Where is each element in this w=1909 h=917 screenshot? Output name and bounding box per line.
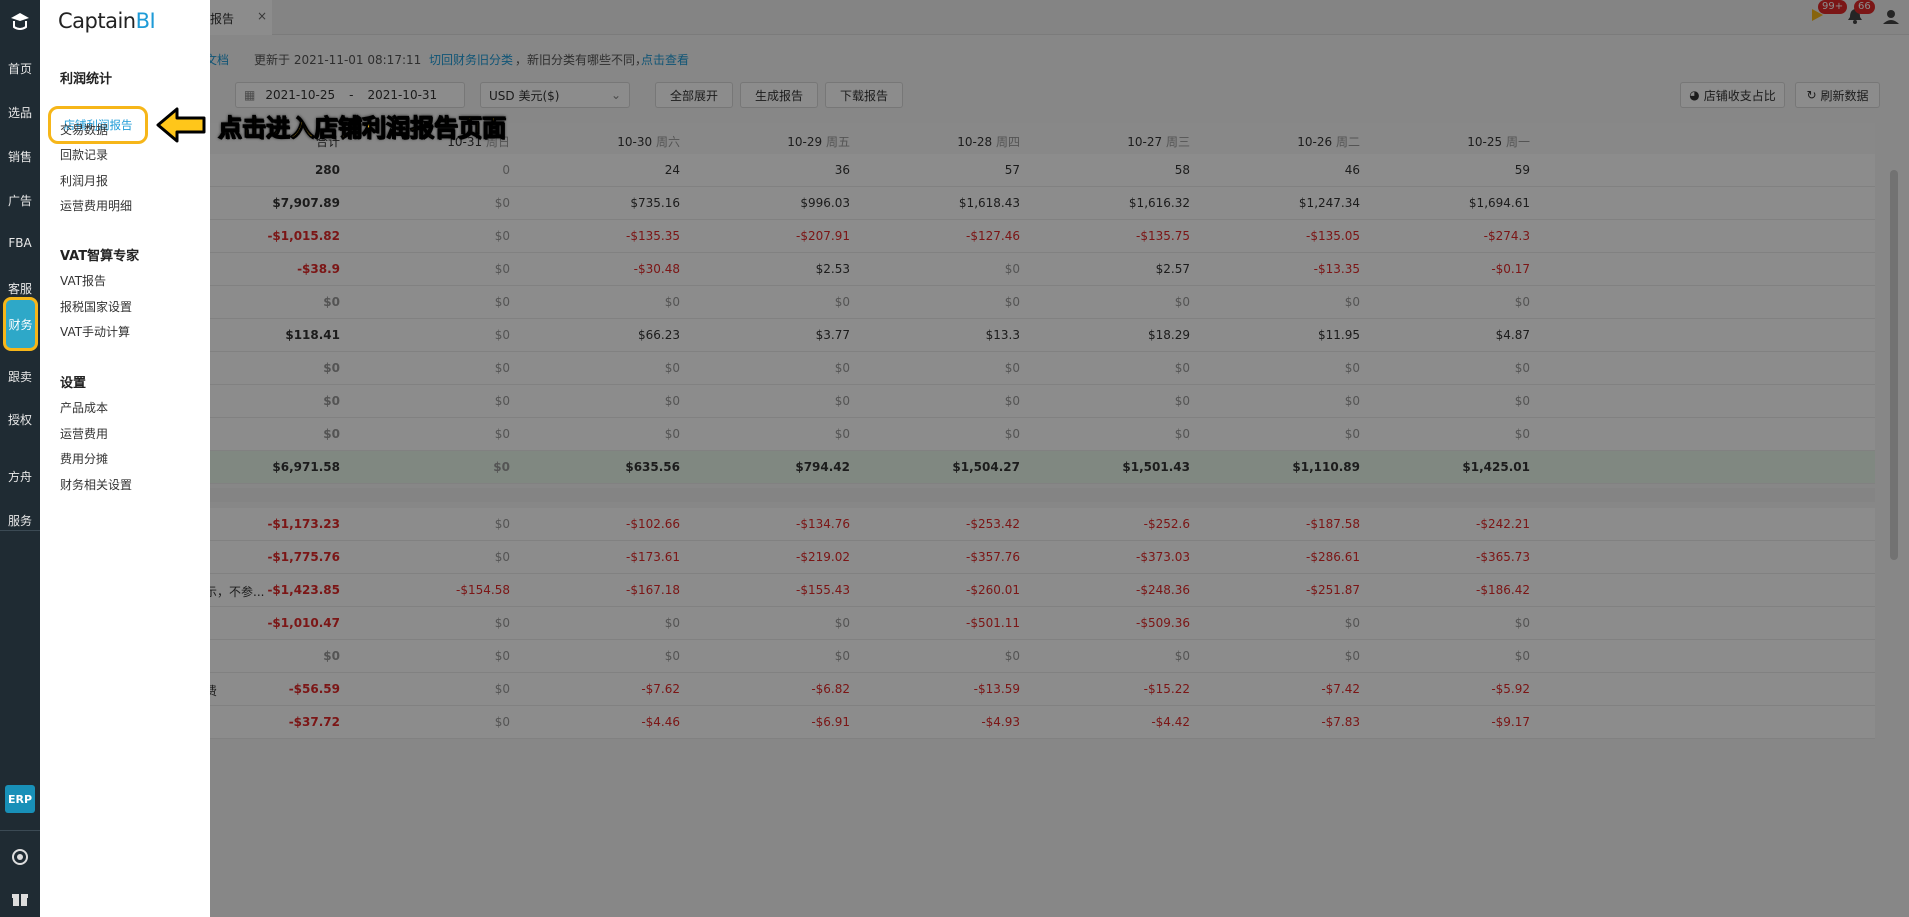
rail-item-9[interactable]: 方舟	[0, 468, 40, 485]
captainbi-logo[interactable]: CaptainBI	[58, 9, 156, 33]
rail-item-0[interactable]: 首页	[0, 60, 40, 77]
callout-text: 点击进入店铺利润报告页面	[218, 114, 507, 143]
menu-link[interactable]: 运营费用明细	[60, 197, 132, 214]
menu-link[interactable]: 报税国家设置	[60, 298, 132, 315]
arrow-left-icon	[156, 107, 206, 143]
menu-link[interactable]: 运营费用	[60, 425, 108, 442]
rail-item-8[interactable]: 授权	[0, 411, 40, 428]
rail-item-6[interactable]: 财务	[3, 297, 38, 351]
rail-divider	[0, 830, 40, 831]
captain-logo-icon[interactable]	[8, 10, 32, 34]
menu-link[interactable]: 产品成本	[60, 399, 108, 416]
support-icon[interactable]	[11, 848, 29, 866]
rail-item-10[interactable]: 服务	[0, 512, 40, 529]
menu-link[interactable]: 费用分摊	[60, 450, 108, 467]
menu-section-title: VAT智算专家	[60, 249, 140, 264]
menu-link[interactable]: 财务相关设置	[60, 476, 132, 493]
menu-section-title: 利润统计	[60, 72, 113, 87]
rail-item-2[interactable]: 销售	[0, 148, 40, 165]
rail-item-5[interactable]: 客服	[0, 280, 40, 297]
gift-icon[interactable]	[11, 890, 29, 908]
rail-item-7[interactable]: 跟卖	[0, 368, 40, 385]
menu-section-title: 设置	[60, 376, 87, 391]
rail-item-4[interactable]: FBA	[0, 236, 40, 250]
rail-divider	[0, 530, 40, 531]
left-rail: 首页选品销售广告 FBA 客服 财务跟卖授权方舟服务 ERP	[0, 0, 40, 917]
menu-link[interactable]: VAT报告	[60, 272, 106, 289]
menu-link[interactable]: 回款记录	[60, 146, 108, 163]
rail-item-3[interactable]: 广告	[0, 192, 40, 209]
rail-item-1[interactable]: 选品	[0, 104, 40, 121]
menu-link[interactable]: 利润月报	[60, 172, 108, 189]
erp-button[interactable]: ERP	[5, 785, 35, 813]
menu-link[interactable]: VAT手动计算	[60, 323, 130, 340]
menu-link[interactable]: 交易数据	[60, 121, 108, 138]
